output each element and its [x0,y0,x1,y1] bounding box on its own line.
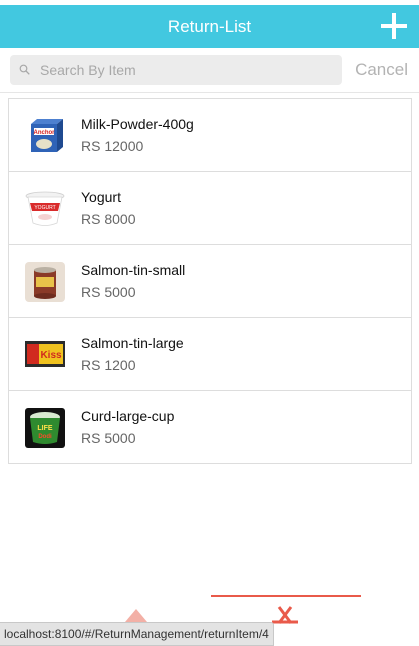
svg-text:Kiss: Kiss [40,350,62,361]
large-tin-can-icon: Kiss [25,341,65,367]
svg-text:Dodi: Dodi [38,434,52,440]
cancel-button[interactable]: Cancel [355,60,408,80]
list-item[interactable]: Kiss Salmon-tin-large RS 1200 [8,318,412,391]
header-bar: Return-List [0,5,419,48]
page-title: Return-List [167,17,252,36]
search-icon [19,64,30,75]
list-item[interactable]: Salmon-tin-small RS 5000 [8,245,412,318]
list-item[interactable]: Anchor Milk-Powder-400g RS 12000 [8,98,412,172]
arrow-up-icon[interactable] [125,609,147,622]
item-price: RS 12000 [81,138,144,154]
active-tab-indicator [211,595,361,597]
add-button[interactable] [381,13,407,39]
list-item[interactable]: YOGURT Yogurt RS 8000 [8,172,412,245]
return-item-list: Anchor Milk-Powder-400g RS 12000 YOGURT … [8,98,412,464]
svg-text:YOGURT: YOGURT [34,205,55,211]
close-x-icon[interactable] [272,606,298,624]
item-price: RS 1200 [81,357,136,373]
yogurt-cup-icon: YOGURT [25,191,65,226]
milk-powder-box-icon: Anchor [31,119,63,152]
item-name: Salmon-tin-large [81,335,184,351]
svg-text:Anchor: Anchor [34,130,56,136]
status-url-bar: localhost:8100/#/ReturnManagement/return… [0,622,274,646]
list-item[interactable]: LIFE Dodi Curd-large-cup RS 5000 [8,391,412,464]
curd-cup-icon: LIFE Dodi [25,408,65,448]
search-input[interactable] [40,55,335,85]
search-bar: Cancel [0,48,419,93]
item-price: RS 8000 [81,211,136,227]
item-name: Yogurt [81,189,121,205]
search-box[interactable] [10,55,342,85]
item-name: Milk-Powder-400g [81,116,194,132]
item-price: RS 5000 [81,430,136,446]
item-name: Curd-large-cup [81,408,175,424]
item-name: Salmon-tin-small [81,262,186,278]
svg-text:LIFE: LIFE [37,425,52,432]
item-price: RS 5000 [81,284,136,300]
small-tin-can-icon [25,262,65,302]
